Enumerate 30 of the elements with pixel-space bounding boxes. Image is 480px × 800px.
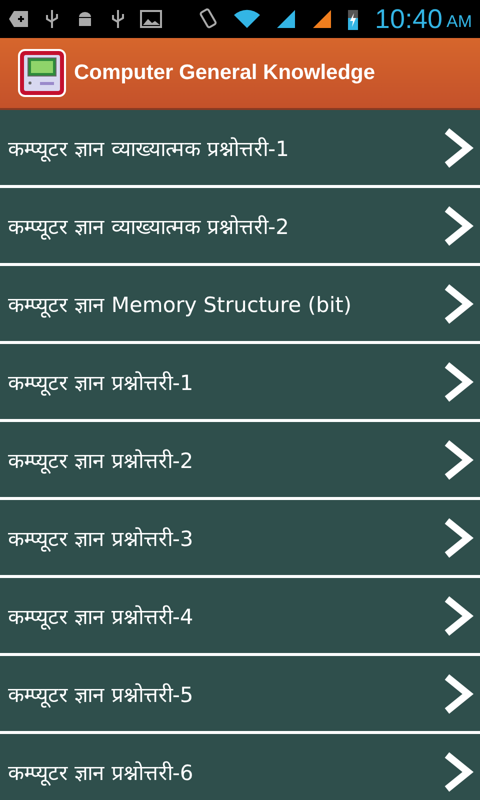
list-item[interactable]: कम्प्यूटर ज्ञान प्रश्नोत्तरी-3 <box>0 500 480 575</box>
chevron-right-icon <box>442 360 474 402</box>
chevron-right-icon <box>442 126 474 168</box>
clock-meridiem: AM <box>446 12 472 32</box>
signal-icon <box>274 8 297 30</box>
chevron-right-icon <box>442 204 474 246</box>
list-item[interactable]: कम्प्यूटर ज्ञान प्रश्नोत्तरी-2 <box>0 422 480 497</box>
chevron-right-icon <box>442 282 474 324</box>
battery-icon <box>346 7 359 31</box>
usb-icon <box>44 8 60 30</box>
app-logo-icon <box>18 49 66 97</box>
list-item[interactable]: कम्प्यूटर ज्ञान Memory Structure (bit) <box>0 266 480 341</box>
signal-icon <box>310 8 333 30</box>
app-title: Computer General Knowledge <box>74 61 376 85</box>
chevron-right-icon <box>442 438 474 480</box>
usb-icon <box>110 8 126 30</box>
clock-time: 10:40 <box>374 4 442 34</box>
chevron-right-icon <box>442 594 474 636</box>
list-item[interactable]: कम्प्यूटर ज्ञान प्रश्नोत्तरी-5 <box>0 656 480 731</box>
image-icon <box>140 8 162 30</box>
list-item[interactable]: कम्प्यूटर ज्ञान प्रश्नोत्तरी-6 <box>0 734 480 800</box>
list-item[interactable]: कम्प्यूटर ज्ञान प्रश्नोत्तरी-1 <box>0 344 480 419</box>
chevron-right-icon <box>442 516 474 558</box>
list-item[interactable]: कम्प्यूटर ज्ञान प्रश्नोत्तरी-4 <box>0 578 480 653</box>
notification-plus-icon <box>8 8 30 30</box>
chevron-right-icon <box>442 750 474 792</box>
list-item[interactable]: कम्प्यूटर ज्ञान व्याख्यात्मक प्रश्नोत्तरी-2 <box>0 188 480 263</box>
list-item[interactable]: कम्प्यूटर ज्ञान व्याख्यात्मक प्रश्नोत्तरी-1 <box>0 110 480 185</box>
wifi-icon <box>232 8 261 30</box>
chevron-right-icon <box>442 672 474 714</box>
